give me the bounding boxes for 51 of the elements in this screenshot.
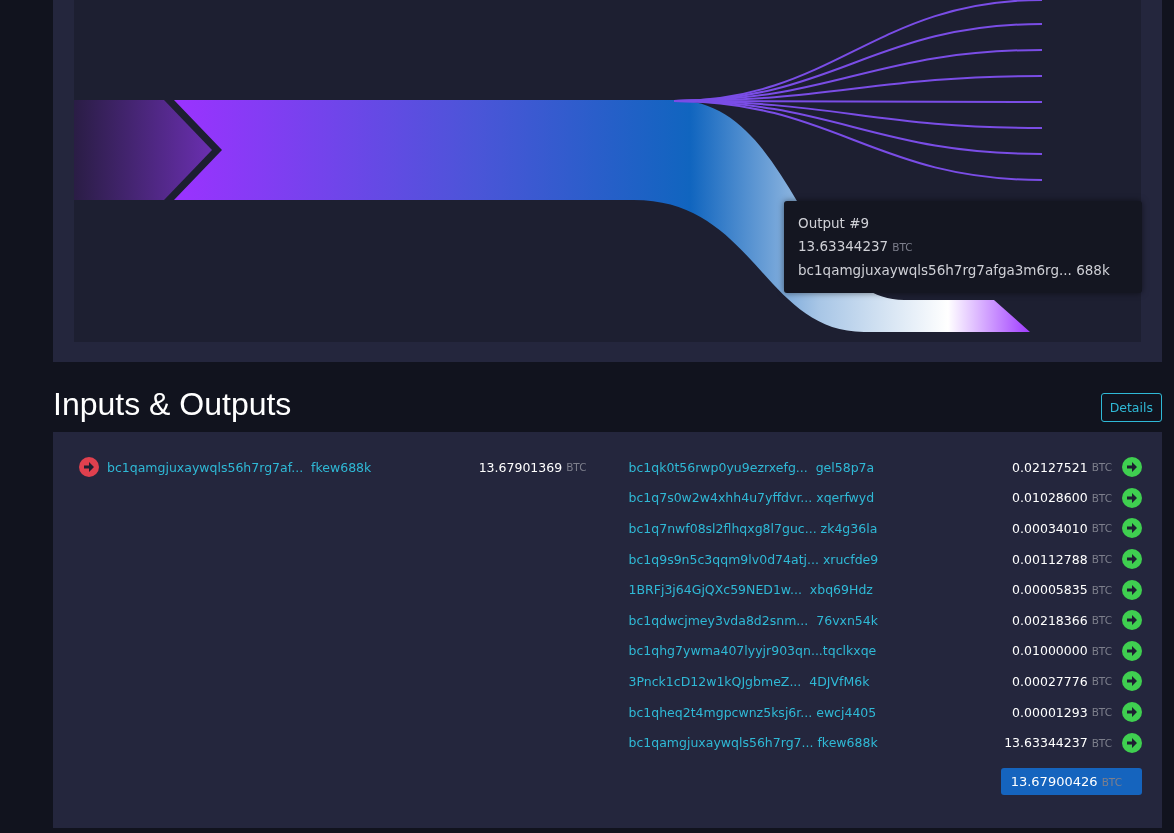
- amount: 13.63344237: [1004, 735, 1088, 751]
- details-button[interactable]: Details: [1100, 393, 1162, 422]
- unit-label: BTC: [1091, 491, 1112, 504]
- amount: 0.00027776: [1012, 673, 1088, 689]
- unit-label: BTC: [1091, 522, 1112, 535]
- address-link[interactable]: bc1qdwcjmey3vda8d2snm... 76vxn54k: [628, 612, 878, 628]
- section-title: Inputs & Outputs: [53, 386, 292, 422]
- amount: 13.67901369: [478, 459, 563, 475]
- unit-label: BTC: [1091, 736, 1112, 749]
- unit-label: BTC: [1091, 644, 1112, 657]
- amount: 0.00034010: [1012, 521, 1088, 536]
- address-link[interactable]: bc1q9s9n5c3qqm9lv0d74atj... xrucfde9: [628, 551, 879, 567]
- address-link[interactable]: bc1qamgjuxaywqls56h7rg7af... fkew688k: [107, 459, 372, 475]
- address-link[interactable]: 3Pnck1cD12w1kQJgbmeZ... 4DJVfM6k: [628, 673, 870, 689]
- amount: 0.02127521: [1012, 459, 1088, 475]
- arrow-circle-icon[interactable]: [1122, 457, 1142, 478]
- unit-label: BTC: [1091, 706, 1112, 719]
- unit-label: BTC: [1091, 461, 1112, 474]
- arrow-circle-icon[interactable]: [1122, 487, 1142, 508]
- arrow-circle-icon[interactable]: [1122, 610, 1142, 631]
- unit-label: BTC: [1091, 614, 1112, 627]
- amount: 0.00112788: [1012, 551, 1088, 567]
- address-link[interactable]: bc1qamgjuxaywqls56h7rg7... fkew688k: [628, 735, 878, 751]
- address-link[interactable]: bc1qk0t56rwp0yu9ezrxefg... gel58p7a: [628, 459, 875, 475]
- tooltip-title: Output #9: [798, 214, 871, 233]
- arrow-circle-icon[interactable]: [1122, 640, 1142, 661]
- address-link[interactable]: bc1q7s0w2w4xhh4u7yffdvr... xqerfwyd: [628, 490, 875, 506]
- arrow-circle-icon[interactable]: [1122, 518, 1142, 539]
- amount: 0.01028600: [1012, 490, 1088, 506]
- unit-label: BTC: [566, 461, 587, 474]
- arrow-circle-icon[interactable]: [1122, 579, 1142, 600]
- address-link[interactable]: 1BRFj3j64GjQXc59NED1w... xbq69Hdz: [628, 582, 873, 598]
- address-link[interactable]: bc1qhg7ywma407lyyjr903qn...tqclkxqe: [628, 643, 877, 659]
- tooltip-address: bc1qamgjuxaywqls56h7rg7afga3m6rg... 688k: [798, 261, 1111, 280]
- unit-label: BTC: [1091, 675, 1112, 688]
- arrow-circle-icon[interactable]: [1122, 549, 1142, 570]
- unit-label: BTC: [1091, 583, 1112, 596]
- amount: 0.00218366: [1012, 612, 1088, 628]
- amount: 0.00005835: [1012, 582, 1088, 598]
- tooltip-amount: 13.63344237: [798, 237, 889, 256]
- arrow-circle-icon[interactable]: [1122, 671, 1142, 692]
- total-badge: 13.67900426 BTC: [1000, 767, 1142, 795]
- address-link[interactable]: bc1q7nwf08sl2flhqxg8l7guc... zk4g36la: [628, 521, 878, 536]
- address-link[interactable]: bc1qheq2t4mgpcwnz5ksj6r... ewcj4405: [628, 704, 877, 720]
- arrow-circle-icon[interactable]: [79, 457, 99, 478]
- unit-label: BTC: [892, 240, 913, 255]
- arrow-circle-icon[interactable]: [1122, 702, 1142, 723]
- unit-label: BTC: [1091, 553, 1112, 566]
- amount: 0.01000000: [1012, 643, 1088, 659]
- amount: 0.00001293: [1012, 704, 1088, 720]
- arrow-circle-icon[interactable]: [1122, 732, 1142, 753]
